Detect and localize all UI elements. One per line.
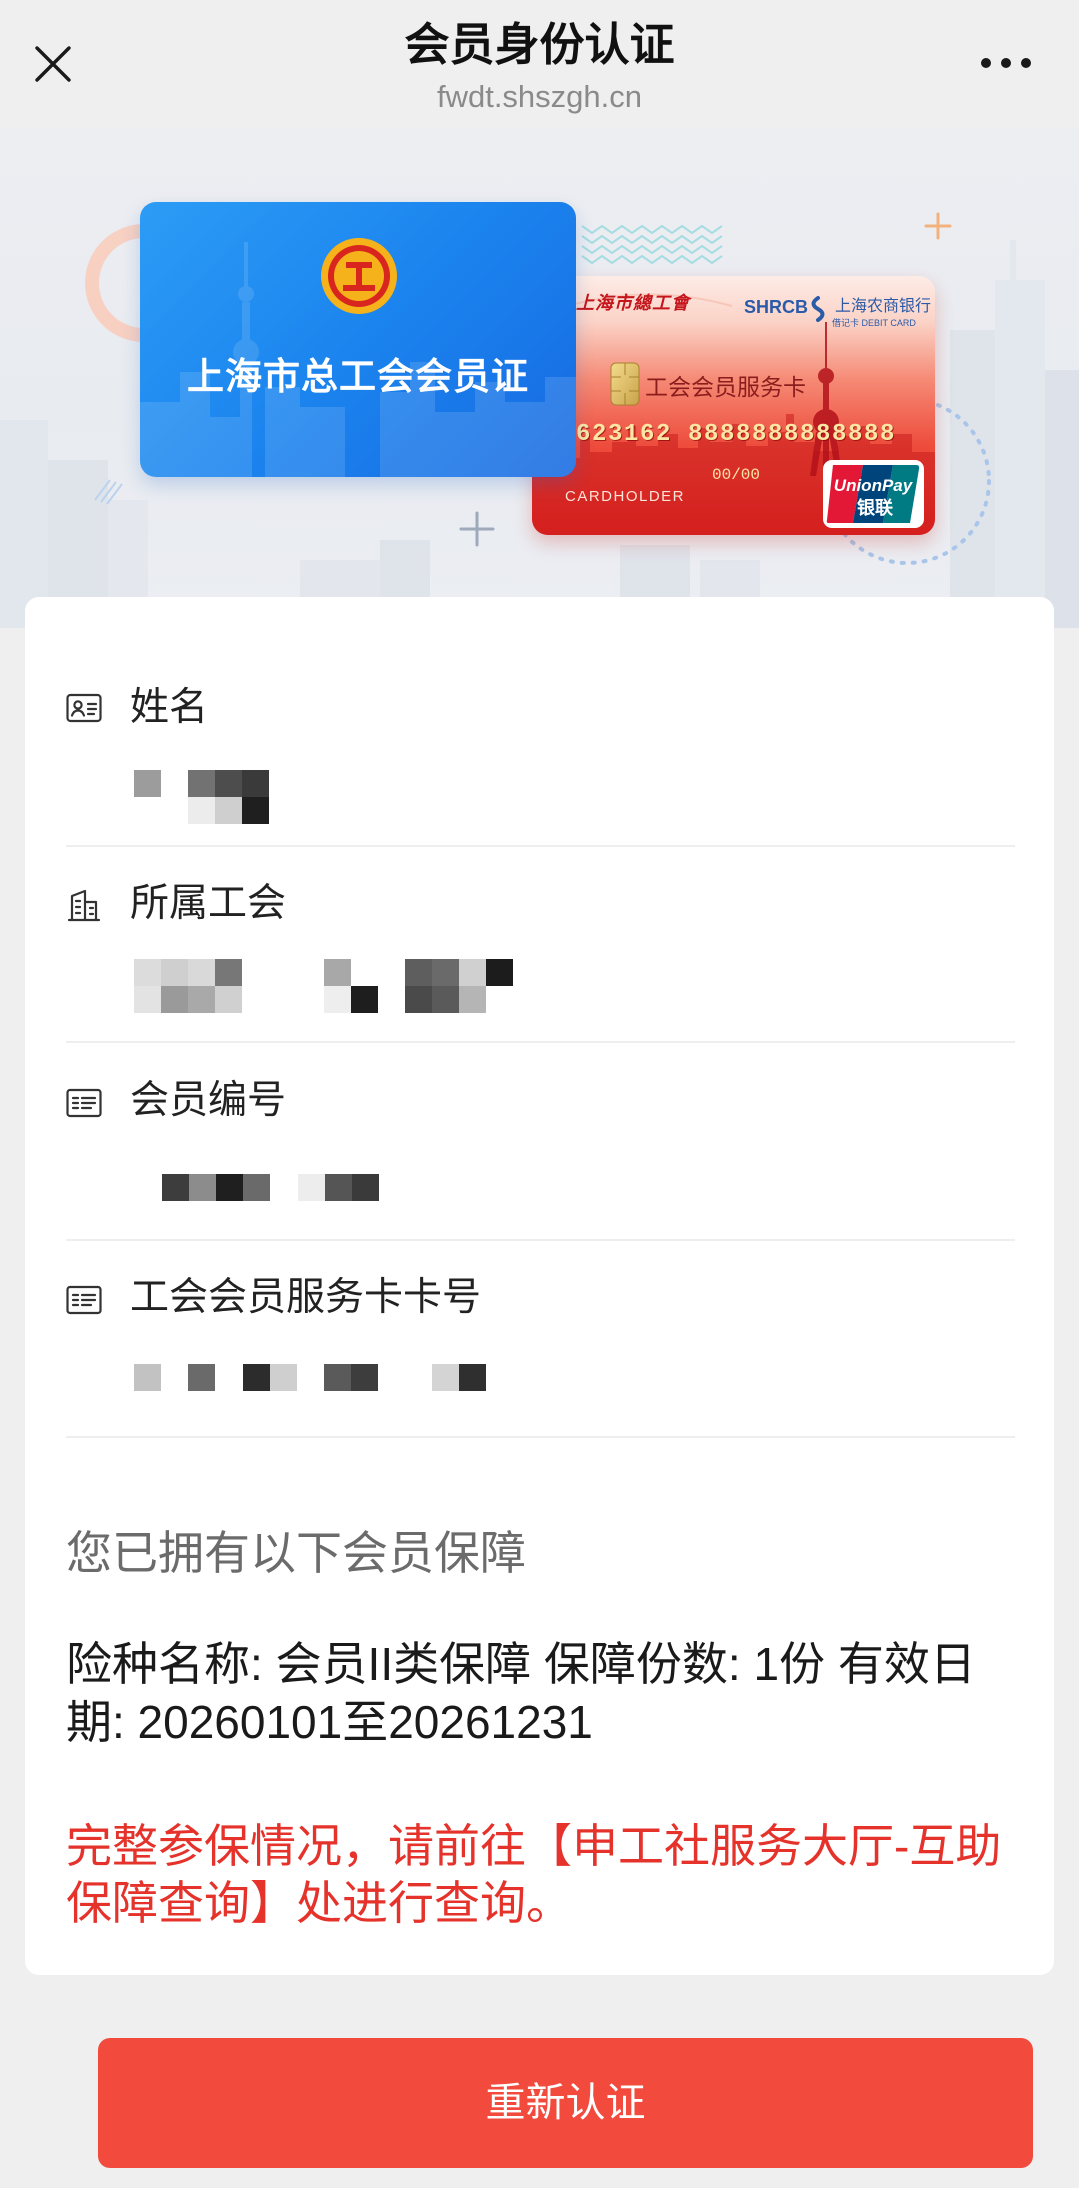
service-card-title: 工会会员服务卡	[645, 374, 806, 400]
mosaic-pixel	[215, 959, 242, 986]
redacted-member-number-value	[162, 1174, 562, 1228]
mosaic-pixel	[243, 1364, 270, 1391]
page-url: fwdt.shszgh.cn	[436, 79, 643, 114]
divider	[66, 845, 1015, 847]
building-icon	[66, 887, 102, 928]
mosaic-pixel	[486, 959, 513, 986]
field-label-card-number: 工会会员服务卡卡号	[130, 1276, 482, 1319]
union-emblem-icon	[321, 238, 397, 314]
card-icon	[66, 1285, 102, 1320]
mosaic-pixel	[215, 797, 242, 824]
mosaic-pixel	[459, 959, 486, 986]
mosaic-pixel	[459, 1364, 486, 1391]
pearl-tower-icon	[810, 322, 842, 476]
mosaic-pixel	[189, 1174, 216, 1201]
mosaic-pixel	[188, 1364, 215, 1391]
mosaic-pixel	[161, 986, 188, 1013]
mosaic-pixel	[188, 797, 215, 824]
service-card-number: 623162 8888888888888	[576, 421, 897, 448]
mosaic-pixel	[324, 959, 351, 986]
mosaic-pixel	[215, 770, 242, 797]
decor-plus-gray	[459, 511, 495, 547]
decor-zigzag	[581, 224, 723, 265]
service-card-bank-code: SHRCB	[744, 297, 809, 317]
member-card: 上海市总工会会员证	[140, 202, 576, 477]
service-card-kind: 借记卡 DEBIT CARD	[832, 318, 916, 328]
divider	[66, 1239, 1015, 1241]
field-label-name: 姓名	[130, 686, 209, 729]
mosaic-pixel	[188, 770, 215, 797]
mosaic-pixel	[270, 1364, 297, 1391]
service-card-issuer: 上海市總工會	[576, 293, 690, 313]
mosaic-pixel	[459, 986, 486, 1013]
redacted-union-value	[134, 959, 534, 1013]
mosaic-pixel	[134, 959, 161, 986]
field-label-member-number: 会员编号	[130, 1079, 287, 1122]
mosaic-pixel	[242, 770, 269, 797]
bank-logo-icon	[811, 296, 825, 322]
mosaic-pixel	[351, 1364, 378, 1391]
more-icon[interactable]	[978, 55, 1034, 71]
mosaic-pixel	[325, 1174, 352, 1201]
mosaic-pixel	[134, 770, 161, 797]
id-card-icon	[66, 692, 102, 729]
redacted-name-value	[134, 770, 534, 824]
unionpay-cn-text: 银联	[857, 497, 893, 518]
coverage-detail: 险种名称: 会员II类保障 保障份数: 1份 有效日期: 20260101至20…	[66, 1638, 976, 1748]
chip-icon	[610, 362, 640, 406]
mosaic-pixel	[188, 959, 215, 986]
mosaic-pixel	[324, 1364, 351, 1391]
coverage-notice: 完整参保情况，请前往【申工社服务大厅-互助保障查询】处进行查询。	[66, 1820, 1002, 1929]
mosaic-pixel	[216, 1174, 243, 1201]
top-bar: 会员身份认证 fwdt.shszgh.cn	[0, 0, 1079, 128]
mosaic-pixel	[134, 986, 161, 1013]
coverage-heading: 您已拥有以下会员保障	[66, 1527, 526, 1579]
divider	[66, 1436, 1015, 1438]
unionpay-text: UnionPay	[834, 476, 914, 495]
service-card: UnionPay 银联 上海市總工會 SHRCB 上海农商银行 借记卡 DEBI…	[532, 276, 935, 535]
mosaic-pixel	[432, 986, 459, 1013]
redacted-card-number-value	[134, 1364, 534, 1418]
mosaic-pixel	[243, 1174, 270, 1201]
page-title: 会员身份认证	[404, 19, 675, 70]
unionpay-logo: UnionPay 银联	[823, 460, 924, 528]
mosaic-pixel	[242, 797, 269, 824]
card-icon	[66, 1088, 102, 1123]
divider	[66, 1041, 1015, 1043]
mosaic-pixel	[162, 1174, 189, 1201]
mosaic-pixel	[405, 959, 432, 986]
mosaic-pixel	[298, 1174, 325, 1201]
member-card-title: 上海市总工会会员证	[187, 356, 529, 397]
mosaic-pixel	[432, 1364, 459, 1391]
mosaic-pixel	[352, 1174, 379, 1201]
service-card-bank-name: 上海农商银行	[835, 298, 932, 315]
mosaic-pixel	[188, 986, 215, 1013]
reauthenticate-button[interactable]: 重新认证	[98, 2038, 1033, 2168]
decor-plus-orange	[924, 212, 952, 240]
mosaic-pixel	[324, 986, 351, 1013]
mosaic-pixel	[161, 959, 188, 986]
member-card-art	[140, 238, 576, 477]
mosaic-pixel	[215, 986, 242, 1013]
mosaic-pixel	[134, 1364, 161, 1391]
service-card-holder: CARDHOLDER	[565, 488, 686, 505]
service-card-expiry: 00/00	[712, 466, 761, 484]
mosaic-pixel	[351, 986, 378, 1013]
field-label-union: 所属工会	[130, 882, 287, 925]
mosaic-pixel	[405, 986, 432, 1013]
mosaic-pixel	[432, 959, 459, 986]
member-info-panel: 姓名 所属工会 会员编号 工会会员服务卡卡号 您已拥有以下会员保障 险种名称: …	[25, 597, 1054, 1975]
